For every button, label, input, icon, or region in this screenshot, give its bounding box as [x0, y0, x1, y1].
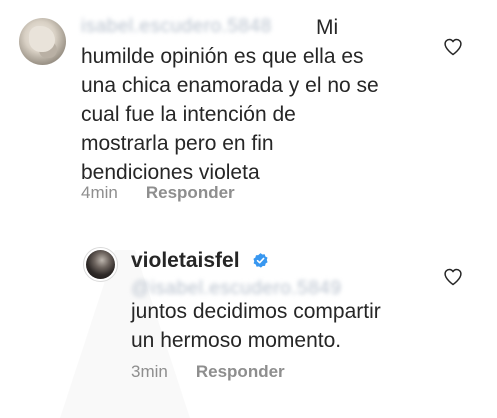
comment-text-line: un hermoso momento. — [131, 329, 342, 352]
comment-text-line: una chica enamorada y el no se — [81, 74, 379, 97]
comment-timestamp: 3min — [131, 362, 168, 381]
reply-button[interactable]: Responder — [146, 183, 235, 202]
avatar[interactable] — [19, 18, 66, 65]
verified-badge-icon — [253, 253, 268, 268]
comment-meta: 3min Responder — [131, 362, 285, 382]
comment-text-line: humilde opinión es que ella es — [81, 45, 364, 68]
comment-meta: 4min Responder — [81, 183, 235, 203]
heart-outline-icon[interactable] — [443, 267, 463, 287]
comment-username[interactable]: violetaisfel — [131, 249, 240, 273]
comment-text-line: juntos decidimos compartir — [131, 300, 381, 323]
comment-text-line: cual fue la intención de — [81, 103, 296, 126]
comment-author-blurred[interactable]: isabel.escudero.5848 — [81, 16, 272, 38]
avatar[interactable] — [83, 247, 118, 282]
reply-button[interactable]: Responder — [196, 362, 285, 381]
heart-outline-icon[interactable] — [443, 37, 463, 57]
comment-text-line: Mi — [316, 16, 339, 39]
comment-text-line: mostrarla pero en fin — [81, 132, 274, 155]
comment-timestamp: 4min — [81, 183, 118, 202]
comments-panel: isabel.escudero.5848 Mi humilde opinión … — [0, 0, 497, 418]
